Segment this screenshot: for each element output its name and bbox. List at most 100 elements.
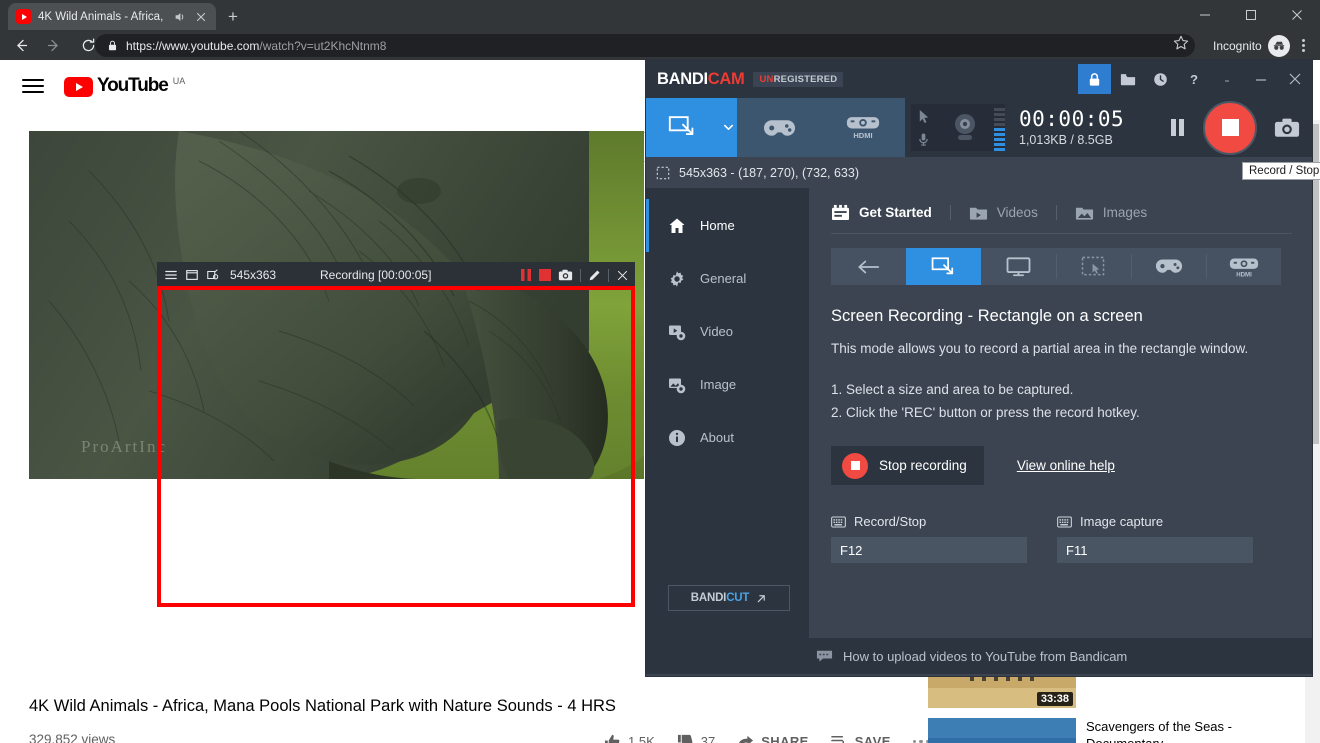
instruction-steps: 1. Select a size and area to be captured… [831, 378, 1292, 424]
speaker-icon[interactable] [173, 10, 187, 24]
bandicut-promo-button[interactable]: BANDICUT [668, 585, 790, 611]
sidebar-item-label: General [700, 271, 747, 286]
help-icon[interactable]: ? [1177, 64, 1210, 94]
share-button[interactable]: SHARE [737, 733, 809, 743]
bandicam-logo-part2: CAM [707, 69, 745, 88]
webcam-icon[interactable] [936, 104, 994, 151]
selection-rect-icon [656, 166, 670, 180]
pin-button[interactable] [1210, 60, 1244, 98]
stop-recording-button[interactable]: Stop recording [831, 446, 984, 485]
window-frame-icon[interactable] [185, 268, 199, 282]
minimize-button[interactable] [1182, 0, 1228, 30]
browser-tab[interactable]: 4K Wild Animals - Africa, Ma [8, 3, 216, 30]
recording-rectangle[interactable] [157, 288, 635, 607]
recording-status: Recording [00:00:05] [320, 268, 432, 282]
hotkey-label: Image capture [1080, 514, 1164, 529]
close-button[interactable] [1278, 60, 1312, 98]
bookmark-star-icon[interactable] [1172, 34, 1194, 56]
mode-game-button[interactable] [1131, 248, 1206, 285]
bandicam-main-panel: Get Started Videos Images HDMI Screen Re… [809, 188, 1312, 638]
target-select-icon[interactable] [206, 268, 220, 282]
mode-game-button[interactable] [737, 98, 821, 157]
external-link-arrow-icon [756, 593, 767, 604]
bandicut-part1: BANDI [690, 592, 727, 604]
bandicam-sidebar: Home General Video Image About BANDICUT [646, 188, 809, 638]
pause-icon[interactable] [520, 268, 532, 282]
dislike-count: 37 [700, 734, 716, 743]
tab-label: Get Started [859, 205, 932, 220]
mode-rectangle-button[interactable] [906, 248, 981, 285]
camera-icon [1274, 118, 1300, 137]
close-icon[interactable] [616, 269, 629, 282]
divider [949, 205, 951, 220]
mode-around-mouse-button[interactable] [1056, 248, 1131, 285]
mode-dropdown-button[interactable] [719, 98, 737, 157]
sidebar-item-label: Video [700, 324, 734, 339]
maximize-button[interactable] [1228, 0, 1274, 30]
divider [831, 233, 1292, 234]
pause-button[interactable] [1156, 119, 1198, 136]
mode-fullscreen-button[interactable] [981, 248, 1056, 285]
bandicam-footer-link[interactable]: How to upload videos to YouTube from Ban… [843, 649, 1127, 664]
lock-icon[interactable] [1078, 64, 1111, 94]
new-tab-button[interactable]: + [222, 6, 244, 28]
back-arrow-icon[interactable] [6, 31, 34, 59]
address-bar[interactable]: https://www.youtube.com/watch?v=ut2KhcNt… [95, 34, 1195, 57]
sidebar-item-image[interactable]: Image [646, 358, 809, 411]
incognito-indicator[interactable]: Incognito [1213, 34, 1290, 58]
screenshot-button[interactable] [1262, 117, 1312, 138]
bandicam-window[interactable]: BANDICAM UNREGISTERED ? HDMI 00:00:05 1,… [646, 60, 1312, 676]
record-stop-button[interactable] [1203, 100, 1257, 155]
bandicam-toolbar: HDMI 00:00:05 1,013KB / 8.5GB [646, 98, 1312, 157]
camera-icon[interactable] [558, 268, 573, 282]
microphone-icon[interactable] [911, 128, 936, 151]
bandicam-footer[interactable]: How to upload videos to YouTube from Ban… [646, 638, 1312, 674]
divider [1055, 205, 1057, 220]
stop-square-icon[interactable] [539, 269, 551, 281]
save-button[interactable]: SAVE [830, 733, 891, 743]
cursor-icon[interactable] [911, 105, 936, 128]
forward-arrow-icon[interactable] [40, 31, 68, 59]
recommendation-title: Scavengers of the Seas - Documentary [1086, 719, 1232, 743]
youtube-logo[interactable]: YouTube UA [64, 75, 185, 97]
browser-menu-icon[interactable] [1293, 34, 1313, 56]
mode-hdmi-button[interactable]: HDMI [821, 98, 905, 157]
clock-icon[interactable] [1144, 64, 1177, 94]
bandicam-logo: BANDICAM [657, 69, 745, 89]
list-item[interactable]: Scavengers of the Seas - Documentary [928, 718, 1303, 743]
mode-hdmi-button[interactable]: HDMI [1206, 248, 1281, 285]
badge-registered: REGISTERED [773, 73, 838, 85]
gamepad-icon [763, 119, 795, 136]
mode-back-button[interactable] [831, 248, 906, 285]
hamburger-icon[interactable] [164, 268, 178, 282]
status-badge: UNREGISTERED [753, 71, 844, 87]
mode-rectangle-button[interactable] [646, 98, 719, 157]
tab-close-icon[interactable] [194, 10, 208, 24]
recording-size: 545x363 [230, 268, 277, 282]
hotkey-input[interactable]: F11 [1057, 537, 1253, 563]
minimize-button[interactable] [1244, 60, 1278, 98]
hdmi-device-icon: HDMI [1229, 258, 1258, 278]
folder-icon[interactable] [1111, 64, 1144, 94]
sidebar-item-home[interactable]: Home [646, 199, 809, 252]
thumbnail [928, 718, 1076, 743]
close-button[interactable] [1274, 0, 1320, 30]
view-online-help-link[interactable]: View online help [1017, 458, 1115, 473]
tab-images[interactable]: Images [1075, 205, 1165, 221]
pencil-icon[interactable] [588, 269, 601, 282]
recording-toolbar[interactable]: 545x363 Recording [00:00:05] [157, 262, 635, 288]
browser-window-controls [1182, 0, 1320, 30]
hamburger-icon[interactable] [18, 71, 48, 101]
incognito-avatar-icon[interactable] [1267, 35, 1290, 57]
sidebar-item-video[interactable]: Video [646, 305, 809, 358]
sidebar-item-general[interactable]: General [646, 252, 809, 305]
share-icon [737, 733, 754, 743]
capture-coordinates-text: 545x363 - (187, 270), (732, 633) [679, 165, 859, 180]
like-button[interactable]: 1.5K [604, 733, 655, 743]
dislike-button[interactable]: 37 [677, 733, 715, 743]
tab-videos[interactable]: Videos [969, 205, 1056, 221]
tab-get-started[interactable]: Get Started [831, 204, 950, 221]
speech-bubble-icon [816, 649, 833, 663]
sidebar-item-about[interactable]: About [646, 411, 809, 464]
hotkey-input[interactable]: F12 [831, 537, 1027, 563]
